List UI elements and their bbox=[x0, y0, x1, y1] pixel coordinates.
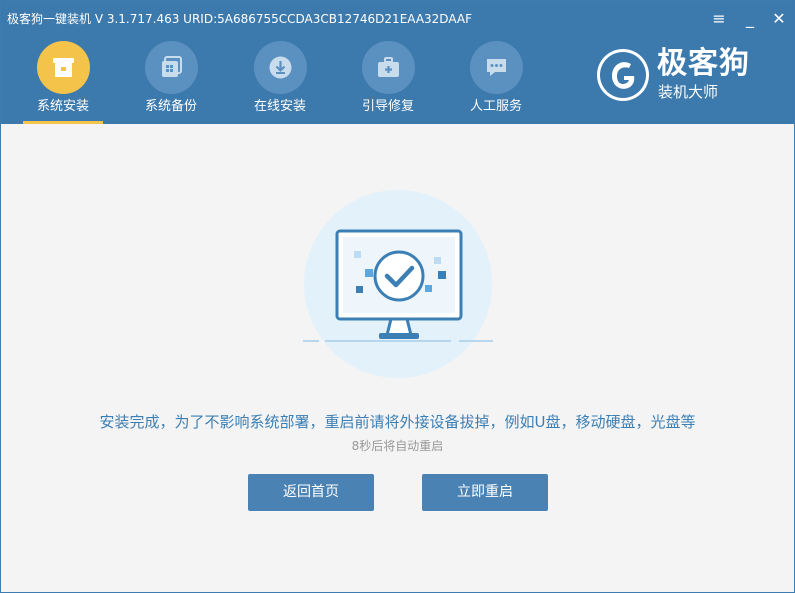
title-bar[interactable]: 极客狗一键装机 V 3.1.717.463 URID:5A686755CCDA3… bbox=[1, 1, 794, 37]
logo-icon bbox=[597, 49, 649, 101]
toolbox-icon bbox=[362, 41, 415, 94]
completion-message: 安装完成，为了不影响系统部署，重启前请将外接设备拔掉，例如U盘，移动硬盘，光盘等 bbox=[99, 413, 696, 431]
chat-icon bbox=[470, 41, 523, 94]
nav-label: 在线安装 bbox=[253, 99, 306, 114]
restart-now-button[interactable]: 立即重启 bbox=[422, 474, 548, 511]
nav-label: 系统安装 bbox=[36, 99, 89, 114]
install-complete-illustration bbox=[303, 190, 493, 378]
close-button[interactable]: ✕ bbox=[769, 9, 789, 29]
nav-item-boot-repair[interactable]: 引导修复 bbox=[348, 41, 428, 121]
brand-name: 极客狗 bbox=[657, 46, 750, 81]
menu-icon[interactable]: ≡ bbox=[709, 9, 729, 29]
brand-subtitle: 装机大师 bbox=[658, 83, 719, 101]
download-icon bbox=[254, 41, 307, 94]
backup-icon bbox=[145, 41, 198, 94]
nav-label: 系统备份 bbox=[144, 99, 197, 114]
nav-item-online-install[interactable]: 在线安装 bbox=[240, 41, 320, 121]
box-icon bbox=[37, 41, 90, 94]
app-window: 极客狗一键装机 V 3.1.717.463 URID:5A686755CCDA3… bbox=[0, 0, 795, 593]
nav-label: 引导修复 bbox=[361, 99, 414, 114]
nav-item-system-install[interactable]: 系统安装 bbox=[23, 41, 103, 124]
minimize-button[interactable]: _ bbox=[740, 9, 760, 29]
main-content: 安装完成，为了不影响系统部署，重启前请将外接设备拔掉，例如U盘，移动硬盘，光盘等… bbox=[1, 124, 794, 592]
back-home-button[interactable]: 返回首页 bbox=[248, 474, 374, 511]
restart-countdown: 8秒后将自动重启 bbox=[351, 439, 444, 453]
nav-item-manual-service[interactable]: 人工服务 bbox=[456, 41, 536, 121]
nav-item-system-backup[interactable]: 系统备份 bbox=[131, 41, 211, 121]
nav-label: 人工服务 bbox=[469, 99, 522, 114]
window-title: 极客狗一键装机 V 3.1.717.463 URID:5A686755CCDA3… bbox=[7, 12, 472, 26]
header: 极客狗一键装机 V 3.1.717.463 URID:5A686755CCDA3… bbox=[1, 1, 794, 124]
